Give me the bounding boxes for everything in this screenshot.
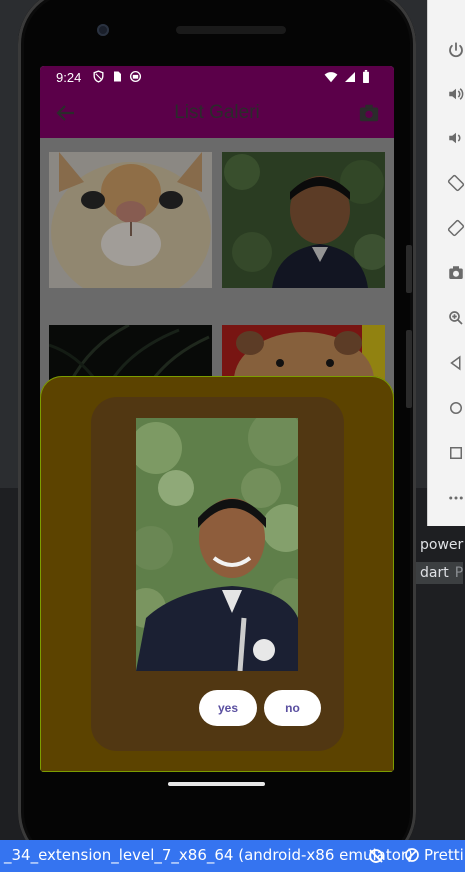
bottom-sheet: yes no (40, 376, 394, 772)
boy-preview-photo (136, 418, 298, 671)
gesture-nav-bar[interactable] (168, 782, 265, 786)
side-label-power: power (420, 537, 464, 553)
battery-icon (363, 70, 369, 83)
running-device-label[interactable]: _34_extension_level_7_x86_64 (android-x8… (4, 846, 413, 864)
device-screen: 9:24 List Galeri yes no (40, 66, 394, 772)
more-icon[interactable] (446, 488, 465, 508)
power-icon[interactable] (446, 40, 465, 60)
status-time: 9:24 (56, 70, 82, 85)
run-config-label[interactable]: power (416, 534, 463, 556)
earpiece-speaker (176, 26, 286, 34)
app-bar: List Galeri (40, 88, 394, 138)
volume-down-icon[interactable] (446, 128, 465, 148)
prettier-widget[interactable]: Pretti (404, 846, 464, 864)
preview-image (136, 418, 298, 671)
back-icon[interactable] (446, 353, 465, 373)
overview-icon[interactable] (446, 443, 465, 463)
side-label-dart: dart (420, 565, 449, 581)
shield-icon (93, 70, 104, 83)
dart-tab[interactable]: dart P (416, 562, 464, 584)
no-sync-icon[interactable] (367, 847, 385, 865)
signal-icon (345, 71, 355, 82)
front-camera (97, 24, 109, 36)
side-label-dim: P (454, 565, 464, 581)
prohibited-icon (405, 848, 419, 862)
sim-card-icon (114, 71, 121, 82)
camera-icon[interactable] (358, 102, 380, 124)
prettier-label: Pretti (424, 846, 464, 864)
rotate-right-icon[interactable] (446, 218, 465, 238)
volume-button (406, 330, 412, 408)
android-status-bar: 9:24 (40, 66, 394, 88)
rotate-left-icon[interactable] (446, 173, 465, 193)
page-title: List Galeri (174, 102, 260, 123)
wifi-icon (324, 71, 338, 82)
ide-status-bar: _34_extension_level_7_x86_64 (android-x8… (0, 840, 465, 872)
power-button (406, 245, 412, 293)
volume-up-icon[interactable] (446, 84, 465, 104)
emulator-toolbar (427, 0, 465, 526)
home-icon[interactable] (446, 398, 465, 418)
screenshot-icon[interactable] (446, 263, 465, 283)
no-button[interactable]: no (264, 690, 321, 726)
zoom-icon[interactable] (446, 308, 465, 328)
yes-button[interactable]: yes (199, 690, 257, 726)
app-icon (129, 70, 142, 83)
confirm-dialog: yes no (91, 397, 344, 751)
